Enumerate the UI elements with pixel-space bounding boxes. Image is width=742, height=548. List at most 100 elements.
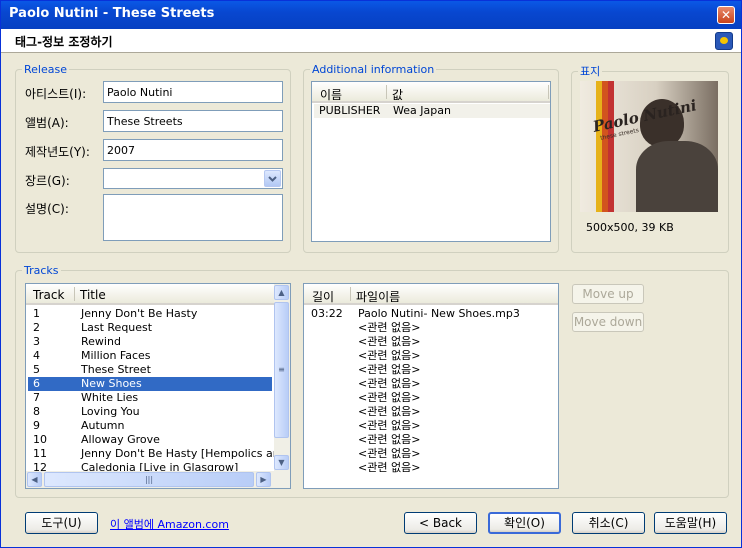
move-down-button[interactable]: Move down <box>572 312 644 332</box>
track-number: 9 <box>33 419 40 432</box>
year-input[interactable]: 2007 <box>103 139 283 161</box>
track-row[interactable]: 3 Rewind <box>28 335 272 349</box>
track-row[interactable]: 11 Jenny Don't Be Hasty [Hempolics and P.… <box>28 447 290 461</box>
track-row[interactable]: 5 These Street <box>28 363 272 377</box>
cancel-button[interactable]: 취소(C) <box>572 512 645 534</box>
track-title: Million Faces <box>81 349 151 362</box>
desc-label: 설명(C): <box>25 202 69 216</box>
dropdown-button[interactable] <box>264 170 281 187</box>
file-row[interactable]: <관련 없음> <box>306 363 556 377</box>
file-row[interactable]: <관련 없음> <box>306 335 556 349</box>
files-list[interactable]: 길이 파일이름 03:22 Paolo Nutini- New Shoes.mp3… <box>303 283 559 489</box>
track-title: These Street <box>81 363 151 376</box>
track-row[interactable]: 4 Million Faces <box>28 349 272 363</box>
chevron-down-icon <box>268 176 277 182</box>
ok-button[interactable]: 확인(O) <box>488 512 561 534</box>
app-logo-icon <box>715 32 733 50</box>
file-row[interactable]: 03:22 Paolo Nutini- New Shoes.mp3 <box>306 307 556 321</box>
track-title: Jenny Don't Be Hasty [Hempolics and P... <box>81 447 291 460</box>
track-title: Loving You <box>81 405 140 418</box>
info-value: Wea Japan <box>393 104 451 117</box>
hscroll-thumb[interactable]: ||| <box>44 472 254 487</box>
tracks-legend: Tracks <box>24 264 59 277</box>
track-number: 3 <box>33 335 40 348</box>
file-name: <관련 없음> <box>358 419 421 432</box>
file-name: <관련 없음> <box>358 447 421 460</box>
track-number: 11 <box>33 447 47 460</box>
column-length-header[interactable]: 길이 <box>312 288 334 305</box>
file-name: <관련 없음> <box>358 433 421 446</box>
track-number: 8 <box>33 405 40 418</box>
file-row[interactable]: <관련 없음> <box>306 349 556 363</box>
close-button[interactable]: ✕ <box>717 6 735 24</box>
track-row[interactable]: 10 Alloway Grove <box>28 433 272 447</box>
horizontal-scrollbar[interactable]: ◀ ||| ▶ <box>26 471 290 488</box>
column-separator <box>350 287 351 301</box>
track-row[interactable]: 9 Autumn <box>28 419 272 433</box>
scroll-right-button[interactable]: ▶ <box>256 472 271 487</box>
dialog-window: Paolo Nutini - These Streets ✕ 태그-정보 조정하… <box>0 0 742 548</box>
back-button[interactable]: < Back <box>404 512 477 534</box>
file-row[interactable]: <관련 없음> <box>306 391 556 405</box>
file-row[interactable]: <관련 없음> <box>306 377 556 391</box>
scroll-thumb[interactable]: ≡ <box>274 302 289 438</box>
additional-info-list[interactable]: 이름 값 PUBLISHER Wea Japan <box>311 81 551 242</box>
track-number: 5 <box>33 363 40 376</box>
file-name: <관련 없음> <box>358 391 421 404</box>
column-filename-header[interactable]: 파일이름 <box>356 288 400 305</box>
file-name: <관련 없음> <box>358 349 421 362</box>
file-row[interactable]: <관련 없음> <box>306 321 556 335</box>
album-cover-image[interactable]: Paolo Nutini these streets <box>580 81 718 212</box>
info-row[interactable]: PUBLISHER Wea Japan <box>314 104 550 118</box>
vertical-scrollbar[interactable]: ▲ ≡ ▼ <box>274 284 290 471</box>
track-title: White Lies <box>81 391 139 404</box>
track-row[interactable]: 6 New Shoes <box>28 377 272 391</box>
window-title: Paolo Nutini - These Streets <box>9 6 215 21</box>
column-separator <box>548 85 549 99</box>
file-row[interactable]: <관련 없음> <box>306 447 556 461</box>
move-up-button[interactable]: Move up <box>572 284 644 304</box>
track-row[interactable]: 2 Last Request <box>28 321 272 335</box>
file-row[interactable]: <관련 없음> <box>306 433 556 447</box>
track-row[interactable]: 1 Jenny Don't Be Hasty <box>28 307 272 321</box>
help-button[interactable]: 도움말(H) <box>654 512 727 534</box>
track-title: Last Request <box>81 321 153 334</box>
desc-textarea[interactable] <box>103 194 283 241</box>
track-number: 10 <box>33 433 47 446</box>
info-name: PUBLISHER <box>319 104 381 117</box>
track-title: Rewind <box>81 335 121 348</box>
column-value-header[interactable]: 값 <box>392 86 403 103</box>
dialog-heading: 태그-정보 조정하기 <box>15 35 113 49</box>
track-number: 2 <box>33 321 40 334</box>
album-input[interactable]: These Streets <box>103 110 283 132</box>
release-legend: Release <box>24 63 67 76</box>
column-title-header[interactable]: Title <box>80 288 106 302</box>
file-name: <관련 없음> <box>358 461 421 474</box>
column-name-header[interactable]: 이름 <box>320 86 342 103</box>
column-separator <box>74 287 75 301</box>
amazon-link[interactable]: 이 앨범에 Amazon.com <box>110 516 229 532</box>
file-row[interactable]: <관련 없음> <box>306 461 556 475</box>
scroll-down-button[interactable]: ▼ <box>274 455 289 470</box>
file-row[interactable]: <관련 없음> <box>306 405 556 419</box>
list-header: 이름 값 <box>312 82 550 103</box>
genre-select[interactable] <box>103 168 283 189</box>
file-row[interactable]: <관련 없음> <box>306 419 556 433</box>
track-title: Autumn <box>81 419 125 432</box>
year-label: 제작년도(Y): <box>25 145 90 159</box>
track-row[interactable]: 7 White Lies <box>28 391 272 405</box>
scroll-left-button[interactable]: ◀ <box>27 472 42 487</box>
artist-input[interactable]: Paolo Nutini <box>103 81 283 103</box>
track-title: New Shoes <box>81 377 142 390</box>
cover-info: 500x500, 39 KB <box>586 221 674 234</box>
column-track-header[interactable]: Track <box>33 288 64 302</box>
tools-button[interactable]: 도구(U) <box>25 512 98 534</box>
scroll-up-button[interactable]: ▲ <box>274 285 289 300</box>
tracks-list[interactable]: Track Title 1 Jenny Don't Be Hasty 2 Last R… <box>25 283 291 489</box>
track-row[interactable]: 8 Loving You <box>28 405 272 419</box>
list-header: Track Title <box>26 284 274 305</box>
genre-label: 장르(G): <box>25 174 70 188</box>
close-icon: ✕ <box>720 8 732 22</box>
column-separator <box>386 85 387 99</box>
artist-label: 아티스트(I): <box>25 87 87 101</box>
